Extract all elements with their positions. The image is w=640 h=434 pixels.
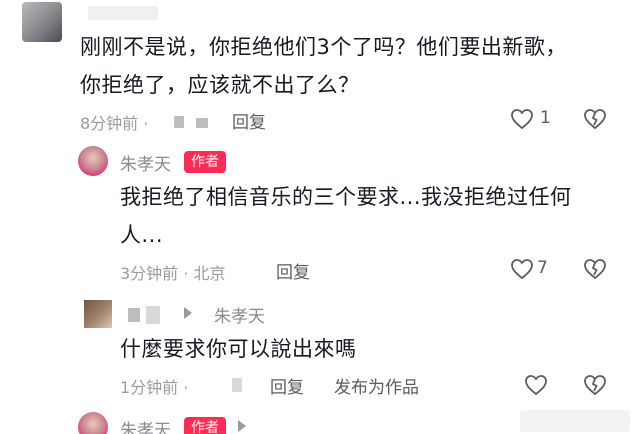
comment-time: 8分钟前 · xyxy=(80,114,149,133)
reply-button[interactable]: 回复 xyxy=(270,373,304,398)
heart-icon xyxy=(511,259,533,280)
watermark-blurred xyxy=(520,410,630,432)
username-blurred xyxy=(88,6,158,20)
comment-text: 什麼要求你可以說出來嗎 xyxy=(120,337,357,361)
location-blurred xyxy=(232,378,242,392)
author-avatar[interactable] xyxy=(78,146,108,176)
avatar[interactable] xyxy=(22,2,62,42)
like-button[interactable]: 1 xyxy=(510,108,554,132)
broken-heart-icon xyxy=(584,109,606,130)
author-badge: 作者 xyxy=(184,151,226,173)
author-badge: 作者 xyxy=(184,417,226,434)
dislike-button[interactable] xyxy=(583,108,607,130)
reply-button[interactable]: 回复 xyxy=(232,108,266,133)
comment-text: 人... xyxy=(120,223,164,247)
comment-time: 3分钟前 · 北京 xyxy=(120,264,226,283)
broken-heart-icon xyxy=(584,259,606,280)
heart-icon xyxy=(525,375,547,396)
like-count: 7 xyxy=(537,258,548,278)
dislike-button[interactable] xyxy=(583,258,607,280)
reply-arrow-icon xyxy=(184,307,192,319)
username[interactable]: 朱孝天 xyxy=(120,416,171,434)
like-count: 1 xyxy=(540,108,551,128)
comment-time: 1分钟前 · xyxy=(120,378,189,397)
author-avatar[interactable] xyxy=(78,412,108,434)
avatar[interactable] xyxy=(84,300,112,328)
comment-text: 刚刚不是说，你拒绝他们3个了吗？他们要出新歌， xyxy=(80,35,567,59)
heart-icon xyxy=(511,109,533,130)
reply-button[interactable]: 回复 xyxy=(276,258,310,283)
username-blurred xyxy=(146,306,160,324)
comment-text: 你拒绝了，应该就不出了么？ xyxy=(80,73,360,97)
reply-to-username[interactable]: 朱孝天 xyxy=(214,302,265,327)
username[interactable]: 朱孝天 xyxy=(120,150,171,175)
like-button[interactable] xyxy=(524,374,548,396)
broken-heart-icon xyxy=(584,375,606,396)
reply-arrow-icon xyxy=(238,420,246,432)
location-blurred xyxy=(196,118,208,128)
comment-text: 我拒绝了相信音乐的三个要求...我没拒绝过任何 xyxy=(120,185,572,209)
location-blurred xyxy=(174,116,184,128)
dislike-button[interactable] xyxy=(583,374,607,396)
publish-as-work-button[interactable]: 发布为作品 xyxy=(334,373,419,398)
like-button[interactable]: 7 xyxy=(510,258,554,282)
username-blurred xyxy=(128,308,140,322)
